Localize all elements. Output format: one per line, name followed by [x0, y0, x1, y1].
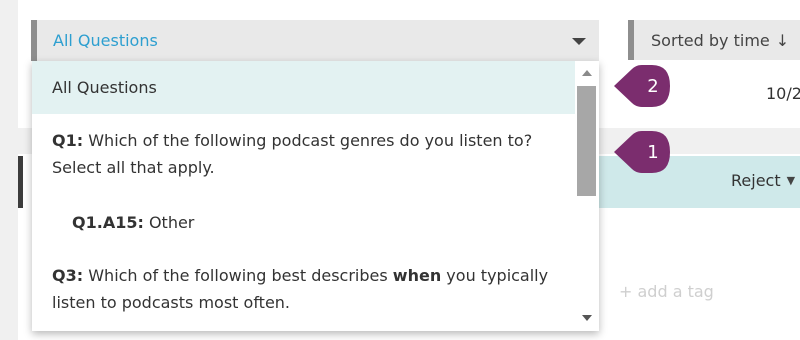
option-label: All Questions [52, 78, 157, 97]
reject-dropdown[interactable]: Reject ▼ [731, 171, 795, 190]
question-filter-menu: All Questions Q1: Which of the following… [32, 61, 599, 331]
question-filter-value: All Questions [53, 31, 158, 50]
callout-2: 2 [612, 63, 672, 109]
callout-1: 1 [612, 129, 672, 175]
add-tag-link[interactable]: + add a tag [619, 282, 714, 301]
response-card-accent [18, 156, 23, 208]
option-text: Which of the following best describes [83, 266, 393, 285]
option-prefix: Q3: [52, 266, 84, 285]
callout-number: 2 [647, 75, 659, 97]
option-all-questions[interactable]: All Questions [32, 61, 575, 114]
option-prefix: Q1: [52, 131, 84, 150]
chevron-down-icon: ▼ [786, 174, 796, 187]
option-q3[interactable]: Q3: Which of the following best describe… [32, 262, 575, 316]
option-prefix: Q1.A15: [72, 213, 144, 232]
sort-dropdown[interactable]: Sorted by time ↓ [628, 20, 800, 60]
question-filter-select[interactable]: All Questions [31, 20, 599, 61]
sort-label: Sorted by time [651, 30, 770, 50]
caret-down-icon [572, 38, 586, 45]
option-text: Other [143, 213, 195, 232]
callout-number: 1 [647, 141, 659, 163]
option-emphasis: when [392, 266, 442, 285]
option-text: Which of the following podcast genres do… [52, 131, 533, 177]
scroll-up-icon[interactable] [582, 70, 592, 76]
arrow-down-icon: ↓ [775, 30, 790, 50]
scroll-thumb[interactable] [577, 86, 596, 196]
response-date: 10/2 [766, 84, 800, 103]
reject-label: Reject [731, 171, 781, 190]
option-q1-a15[interactable]: Q1.A15: Other [32, 209, 575, 236]
option-q1[interactable]: Q1: Which of the following podcast genre… [32, 127, 575, 181]
menu-scrollbar[interactable] [575, 61, 599, 331]
scroll-down-icon[interactable] [582, 315, 592, 321]
